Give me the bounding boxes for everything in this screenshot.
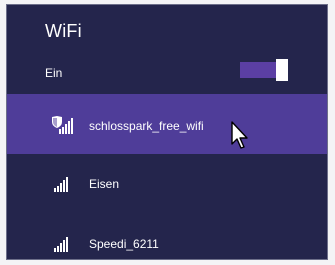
network-name: Speedi_6211 — [89, 237, 159, 251]
wifi-signal-icon — [54, 177, 68, 192]
toggle-thumb — [276, 59, 288, 81]
network-name: Eisen — [89, 177, 120, 191]
wifi-signal-icon — [54, 237, 68, 252]
network-name: schlosspark_free_wifi — [89, 119, 204, 133]
network-item-speedi[interactable]: Speedi_6211 — [7, 217, 327, 259]
panel-title: WiFi — [45, 21, 82, 41]
wifi-panel: WiFi Ein schlosspark_free_wifi Eisen Spe… — [6, 4, 328, 260]
network-item-eisen[interactable]: Eisen — [7, 160, 327, 220]
mouse-cursor-icon — [231, 121, 248, 149]
network-item-schlosspark[interactable]: schlosspark_free_wifi — [7, 94, 327, 154]
wifi-toggle-label: Ein — [45, 66, 63, 80]
wifi-toggle[interactable] — [240, 58, 290, 82]
wifi-signal-secured-icon — [52, 116, 73, 134]
toggle-track — [240, 62, 276, 78]
